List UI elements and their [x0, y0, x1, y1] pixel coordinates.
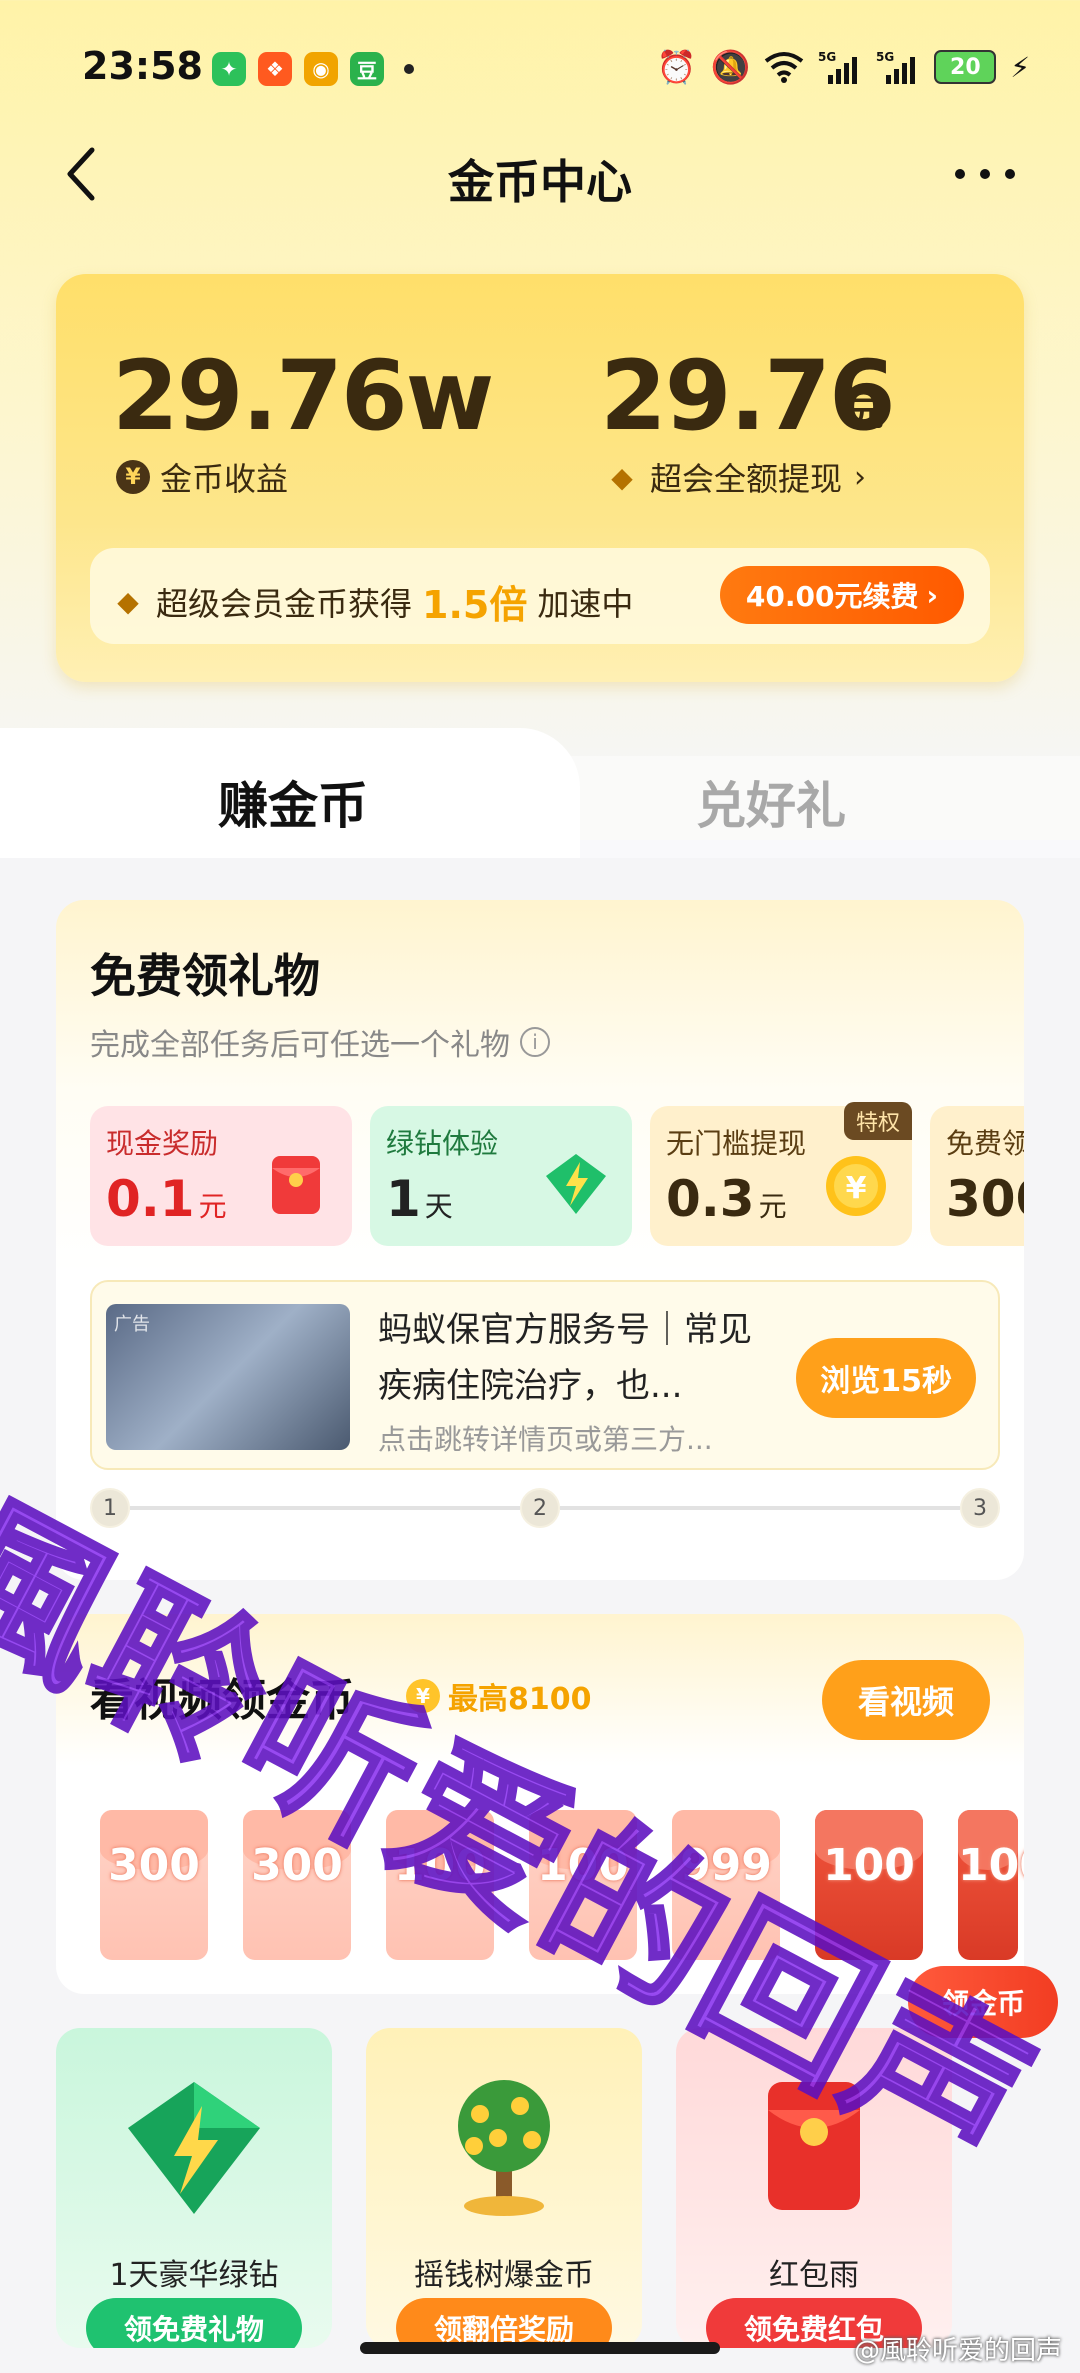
- video-reward-packet: 100: [958, 1810, 1024, 1960]
- tile-name: 红包雨: [769, 2258, 859, 2293]
- renew-label: 40.00元续费: [745, 580, 919, 613]
- free-gifts-subtitle-text: 完成全部任务后可任选一个礼物: [90, 1028, 510, 1063]
- video-reward-packet: 300: [100, 1810, 208, 1960]
- tile-button[interactable]: 领免费礼物: [86, 2298, 302, 2348]
- ad-description: 点击跳转详情页或第三方...: [378, 1423, 713, 1456]
- battery-indicator: 20: [934, 50, 997, 84]
- tab-earn-coins[interactable]: 赚金币: [218, 766, 368, 838]
- system-icons: ⏰ 🔕 5G 5G 20 ⚡: [657, 48, 1030, 86]
- free-gifts-title: 免费领礼物: [90, 949, 320, 1003]
- free-gifts-card: 免费领礼物 完成全部任务后可任选一个礼物 i 现金奖励 0.1 元 绿钻体验 1天…: [56, 900, 1024, 1580]
- diamond-icon: ◆: [611, 460, 633, 494]
- tile-green-diamond[interactable]: 1天豪华绿钻 领免费礼物: [56, 2028, 332, 2348]
- browse-button[interactable]: 浏览15秒: [796, 1338, 976, 1418]
- vip-boost-bar: ◆ 超级会员金币获得 1.5倍 加速中 40.00元续费 ›: [90, 548, 990, 644]
- mute-icon: 🔕: [710, 48, 751, 86]
- tile-button[interactable]: 领翻倍奖励: [396, 2298, 612, 2348]
- svg-text:¥: ¥: [846, 1171, 867, 1206]
- vip-diamond-icon: ◆: [117, 585, 139, 618]
- green-diamond-icon: [128, 2082, 260, 2214]
- cash-unit: 元: [850, 394, 884, 434]
- status-bar: 23:58 ✦ ❖ ◉ 豆 ⏰ 🔕 5G 5G 20 ⚡: [0, 0, 1080, 140]
- withdraw-link[interactable]: ◆ 超会全额提现 ›: [604, 454, 866, 500]
- gift-withdraw[interactable]: 特权 无门槛提现 0.3 元 ¥: [650, 1102, 912, 1246]
- task-progress: 1 2 3: [90, 1488, 1000, 1528]
- tile-money-tree[interactable]: 摇钱树爆金币 领翻倍奖励: [366, 2028, 642, 2348]
- coin-balance: 29.76w: [112, 340, 494, 452]
- more-menu-button[interactable]: [950, 134, 1020, 208]
- tab-bar: 赚金币 兑好礼: [0, 728, 1080, 858]
- privilege-badge: 特权: [843, 1102, 912, 1140]
- wechat-icon: ✦: [212, 52, 246, 86]
- more-notifications-dot: [404, 64, 414, 74]
- withdraw-label: 超会全额提现: [650, 460, 843, 498]
- douban-icon: 豆: [350, 52, 384, 86]
- tile-name: 1天豪华绿钻: [109, 2258, 279, 2293]
- money-tree-icon: [458, 2080, 550, 2216]
- gift-value: 300: [946, 1170, 1024, 1228]
- tab-redeem-gifts[interactable]: 兑好礼: [696, 766, 846, 838]
- top-nav: 金币中心: [0, 130, 1080, 220]
- page-title: 金币中心: [448, 155, 632, 209]
- chevron-right-icon: ›: [926, 578, 938, 612]
- gift-free[interactable]: 免费领 300: [930, 1106, 1024, 1246]
- status-time: 23:58: [82, 44, 203, 88]
- svg-text:5G: 5G: [876, 50, 894, 64]
- ad-title: 蚂蚁保官方服务号｜常见疾病住院治疗，也...: [378, 1310, 752, 1406]
- vip-prefix: 超级会员金币获得: [156, 584, 413, 623]
- gift-green-diamond[interactable]: 绿钻体验 1天: [370, 1106, 632, 1246]
- signal-icon-1: 5G: [818, 50, 858, 84]
- green-diamond-icon: [546, 1154, 606, 1214]
- charging-icon: ⚡: [1010, 50, 1030, 84]
- wifi-icon: [765, 52, 804, 83]
- ad-task[interactable]: 广告 蚂蚁保官方服务号｜常见疾病住院治疗，也... 点击跳转详情页或第三方...…: [90, 1280, 1000, 1470]
- notification-icons: ✦ ❖ ◉ 豆: [212, 52, 414, 86]
- progress-step: 3: [960, 1488, 1000, 1528]
- red-envelope-icon: [272, 1156, 320, 1214]
- coin-income-link[interactable]: ¥ 金币收益: [116, 454, 288, 500]
- more-dots-icon: [955, 169, 1015, 179]
- svg-text:5G: 5G: [818, 50, 836, 64]
- coin-income-label: 金币收益: [160, 460, 289, 498]
- watch-video-button[interactable]: 看视频: [821, 1660, 990, 1740]
- watermark-credit: @風聆听爱的回声: [853, 2336, 1062, 2366]
- progress-line: [130, 1506, 520, 1510]
- progress-step: 2: [520, 1488, 560, 1528]
- vip-multiplier: 1.5倍: [422, 583, 528, 627]
- progress-line: [560, 1506, 960, 1510]
- tile-name: 摇钱树爆金币: [414, 2258, 594, 2293]
- signal-icon-2: 5G: [876, 50, 916, 84]
- vip-suffix: 加速中: [537, 584, 634, 623]
- home-indicator[interactable]: [360, 2342, 720, 2354]
- gift-cash-reward[interactable]: 现金奖励 0.1 元: [90, 1106, 352, 1246]
- ad-tag: 广告: [114, 1314, 150, 1335]
- renew-button[interactable]: 40.00元续费 ›: [719, 566, 964, 624]
- kuaishou-icon: ❖: [258, 52, 292, 86]
- alarm-icon: ⏰: [656, 48, 697, 86]
- weibo-icon: ◉: [304, 52, 338, 86]
- info-icon[interactable]: i: [520, 1027, 550, 1057]
- chevron-right-icon: ›: [854, 459, 867, 495]
- ad-thumbnail: 广告: [106, 1304, 350, 1450]
- gift-name: 免费领: [946, 1127, 1024, 1160]
- gift-options: 现金奖励 0.1 元 绿钻体验 1天 特权 无门槛提现 0.3 元 ¥ 免费领 30…: [90, 1102, 1024, 1246]
- coin-icon: ¥: [116, 460, 150, 494]
- gold-coin-icon: ¥: [826, 1156, 886, 1216]
- free-gifts-subtitle: 完成全部任务后可任选一个礼物 i: [90, 1020, 550, 1064]
- balance-card: 29.76w 29.76 元 ¥ 金币收益 ◆ 超会全额提现 › ◆ 超级会员金…: [56, 274, 1024, 682]
